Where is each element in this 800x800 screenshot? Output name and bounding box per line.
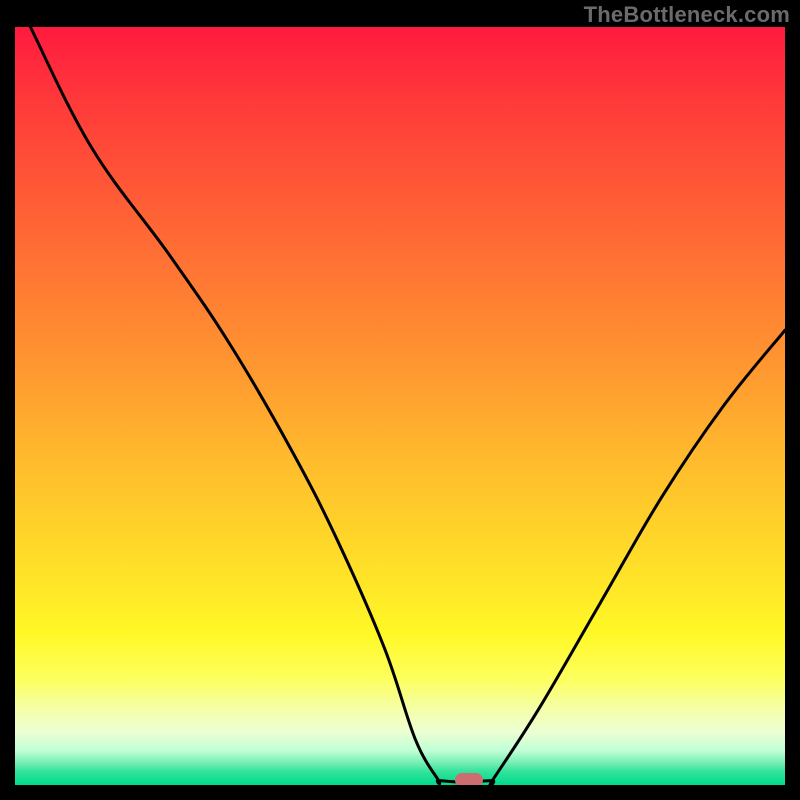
curve-path	[30, 27, 785, 785]
chart-frame: TheBottleneck.com	[0, 0, 800, 800]
bottleneck-curve	[15, 27, 785, 785]
valley-marker	[455, 773, 483, 785]
watermark-text: TheBottleneck.com	[584, 2, 790, 28]
plot-area	[15, 27, 785, 785]
